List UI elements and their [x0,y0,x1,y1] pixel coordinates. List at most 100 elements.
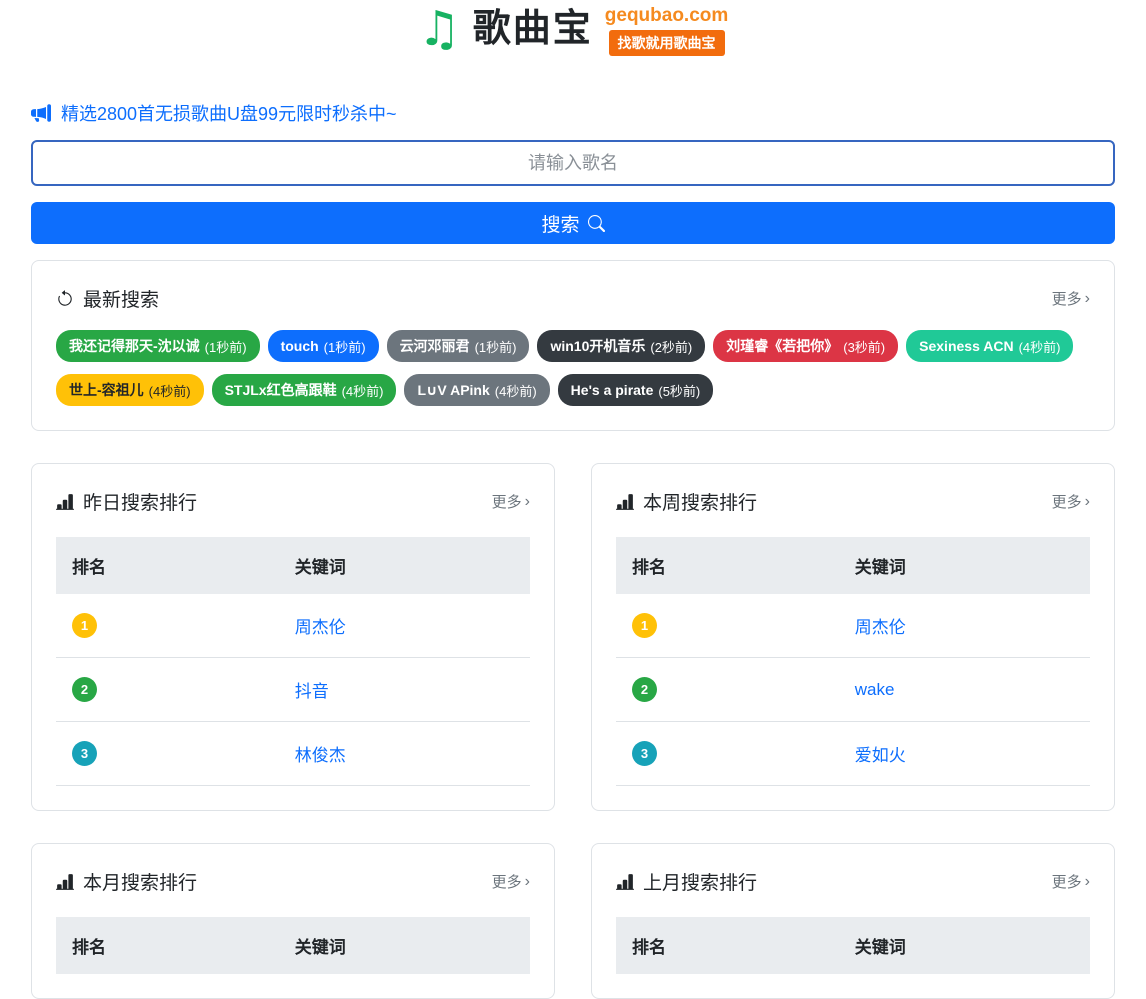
ranking-title-text: 本周搜索排行 [643,488,757,515]
keyword-column-header: 关键词 [279,917,530,974]
ranking-title: 本月搜索排行 [56,868,197,895]
recent-search-tag[interactable]: win10开机音乐 (2秒前) [537,330,705,362]
month-more-link[interactable]: 更多 › [492,871,530,892]
keyword-link[interactable]: 周杰伦 [855,618,906,637]
chevron-right-icon: › [1085,874,1090,890]
tag-label: 世上-容祖儿 [69,380,144,400]
rank-badge: 2 [72,677,97,702]
more-label: 更多 [492,871,522,892]
table-header-row: 排名 关键词 [616,917,1090,974]
history-icon [56,290,74,308]
recent-tags-row: 我还记得那天-沈以诚 (1秒前) touch (1秒前) 云河邓丽君 (1秒前)… [56,330,1090,406]
tag-time: (3秒前) [843,337,885,356]
tag-label: 云河邓丽君 [400,336,470,356]
latest-searches-title: 最新搜索 [56,285,159,312]
tag-label: Sexiness ACN [919,338,1013,354]
tag-time: (1秒前) [324,337,366,356]
rank-column-header: 排名 [616,917,839,974]
last-month-more-link[interactable]: 更多 › [1052,871,1090,892]
recent-search-tag[interactable]: touch (1秒前) [268,330,379,362]
rank-column-header: 排名 [56,917,279,974]
page-container: ♫ 歌曲宝 gequbao.com 找歌就用歌曲宝 精选2800首无损歌曲U盘9… [31,0,1115,999]
rank-badge: 1 [632,613,657,638]
ranking-card-last-month: 上月搜索排行 更多 › 排名 关键词 [591,843,1115,999]
chevron-right-icon: › [1085,291,1090,307]
rank-badge: 3 [72,741,97,766]
tag-label: L∪V APink [417,382,489,399]
site-slogan: 找歌就用歌曲宝 [609,30,725,56]
keyword-column-header: 关键词 [279,537,530,594]
latest-searches-title-text: 最新搜索 [83,285,159,312]
tag-time: (5秒前) [658,381,700,400]
ranking-table-yesterday: 排名 关键词 1 周杰伦 2 抖音 3 林俊杰 [56,537,530,786]
tag-time: (4秒前) [149,381,191,400]
search-input[interactable] [31,140,1115,186]
recent-search-tag[interactable]: L∪V APink (4秒前) [404,374,549,406]
table-row: 2 wake [616,658,1090,722]
bar-chart-icon [56,873,74,891]
ranking-card-header: 本月搜索排行 更多 › [56,868,530,895]
tag-time: (4秒前) [342,381,384,400]
rank-badge: 2 [632,677,657,702]
recent-search-tag[interactable]: 云河邓丽君 (1秒前) [387,330,530,362]
ranking-table-month: 排名 关键词 [56,917,530,974]
rank-column-header: 排名 [616,537,839,594]
site-header: ♫ 歌曲宝 gequbao.com 找歌就用歌曲宝 [31,0,1115,60]
recent-search-tag[interactable]: Sexiness ACN (4秒前) [906,330,1073,362]
ranking-table-week: 排名 关键词 1 周杰伦 2 wake 3 爱如火 [616,537,1090,786]
week-more-link[interactable]: 更多 › [1052,491,1090,512]
table-header-row: 排名 关键词 [56,537,530,594]
keyword-link[interactable]: 周杰伦 [295,618,346,637]
ranking-title-text: 上月搜索排行 [643,868,757,895]
header-brand-block: gequbao.com 找歌就用歌曲宝 [605,2,729,56]
music-note-logo-icon: ♫ [418,2,461,56]
ranking-title-text: 昨日搜索排行 [83,488,197,515]
keyword-column-header: 关键词 [839,917,1090,974]
yesterday-more-link[interactable]: 更多 › [492,491,530,512]
rank-badge: 1 [72,613,97,638]
search-button-label: 搜索 [541,210,579,237]
ranking-grid-bottom: 本月搜索排行 更多 › 排名 关键词 [31,827,1115,999]
recent-search-tag[interactable]: 刘瑾睿《若把你》 (3秒前) [713,330,898,362]
tag-label: touch [281,338,319,354]
ranking-title-text: 本月搜索排行 [83,868,197,895]
ranking-card-header: 昨日搜索排行 更多 › [56,488,530,515]
tag-time: (1秒前) [475,337,517,356]
keyword-link[interactable]: wake [855,680,895,699]
recent-search-tag[interactable]: STJLx红色高跟鞋 (4秒前) [212,374,397,406]
recent-search-tag[interactable]: 我还记得那天-沈以诚 (1秒前) [56,330,260,362]
more-label: 更多 [492,491,522,512]
tag-label: 我还记得那天-沈以诚 [69,336,200,356]
bar-chart-icon [616,493,634,511]
site-title: 歌曲宝 [473,2,593,56]
keyword-link[interactable]: 抖音 [295,682,329,701]
recent-search-tag[interactable]: 世上-容祖儿 (4秒前) [56,374,204,406]
rank-column-header: 排名 [56,537,279,594]
tag-label: win10开机音乐 [550,336,645,356]
ranking-title: 上月搜索排行 [616,868,757,895]
rank-badge: 3 [632,741,657,766]
chevron-right-icon: › [525,494,530,510]
bar-chart-icon [616,873,634,891]
tag-label: He's a pirate [571,382,654,398]
table-row: 1 周杰伦 [616,594,1090,658]
keyword-column-header: 关键词 [839,537,1090,594]
ranking-card-header: 上月搜索排行 更多 › [616,868,1090,895]
promo-text: 精选2800首无损歌曲U盘99元限时秒杀中~ [61,100,397,126]
search-icon [588,215,605,232]
site-domain: gequbao.com [605,5,729,27]
recent-search-tag[interactable]: He's a pirate (5秒前) [558,374,714,406]
more-label: 更多 [1052,871,1082,892]
ranking-card-header: 本周搜索排行 更多 › [616,488,1090,515]
ranking-card-yesterday: 昨日搜索排行 更多 › 排名 关键词 1 周杰伦 [31,463,555,811]
ranking-grid-top: 昨日搜索排行 更多 › 排名 关键词 1 周杰伦 [31,447,1115,811]
megaphone-icon [31,103,51,123]
keyword-link[interactable]: 林俊杰 [295,746,346,765]
latest-searches-card: 最新搜索 更多 › 我还记得那天-沈以诚 (1秒前) touch (1秒前) 云… [31,260,1115,431]
latest-more-link[interactable]: 更多 › [1052,288,1090,309]
search-button[interactable]: 搜索 [31,202,1115,244]
promo-banner[interactable]: 精选2800首无损歌曲U盘99元限时秒杀中~ [31,100,1115,126]
tag-time: (1秒前) [205,337,247,356]
table-row: 1 周杰伦 [56,594,530,658]
keyword-link[interactable]: 爱如火 [855,746,906,765]
